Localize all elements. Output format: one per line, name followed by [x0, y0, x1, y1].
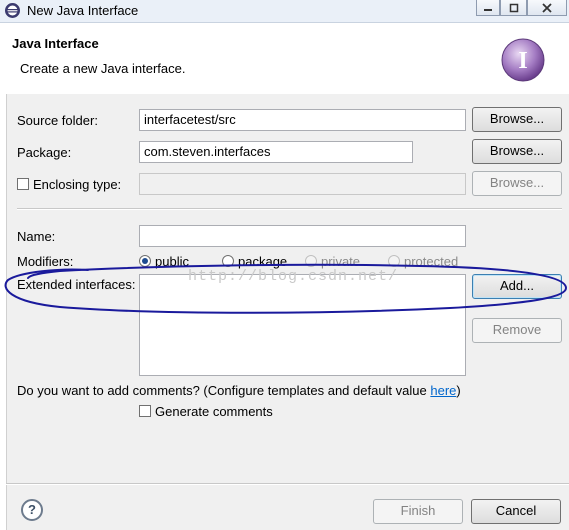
enclosing-type-browse-button[interactable]: Browse...: [472, 171, 562, 196]
maximize-icon: [509, 3, 518, 12]
generate-comments-label: Generate comments: [155, 404, 273, 419]
enclosing-type-checkbox[interactable]: [17, 178, 29, 190]
package-input[interactable]: com.steven.interfaces: [139, 141, 413, 163]
generate-comments-checkbox[interactable]: [139, 405, 151, 417]
java-interface-icon: I: [501, 38, 545, 82]
help-icon[interactable]: ?: [21, 499, 43, 521]
banner-description: Create a new Java interface.: [20, 61, 186, 76]
finish-button[interactable]: Finish: [373, 499, 463, 524]
close-icon: [542, 2, 552, 13]
enclosing-type-label: Enclosing type:: [33, 177, 122, 192]
eclipse-icon: [5, 3, 20, 18]
comments-question-text: Do you want to add comments? (Configure …: [17, 383, 431, 398]
banner-heading: Java Interface: [12, 36, 99, 51]
configure-templates-link[interactable]: here: [430, 383, 456, 398]
svg-text:I: I: [518, 48, 527, 74]
name-label: Name:: [17, 229, 56, 244]
comments-question-close: ): [456, 383, 461, 398]
title-bar: New Java Interface: [0, 0, 569, 23]
cancel-button[interactable]: Cancel: [471, 499, 561, 524]
source-folder-input[interactable]: interfacetest/src: [139, 109, 466, 131]
window-title: New Java Interface: [27, 3, 139, 18]
annotation-ellipse: [4, 263, 568, 314]
source-folder-label: Source folder:: [17, 113, 98, 128]
maximize-button[interactable]: [500, 0, 527, 16]
dialog-banner: Java Interface Create a new Java interfa…: [0, 23, 569, 94]
package-browse-button[interactable]: Browse...: [472, 139, 562, 164]
minimize-button[interactable]: [476, 0, 500, 16]
enclosing-type-input[interactable]: [139, 173, 466, 195]
source-folder-browse-button[interactable]: Browse...: [472, 107, 562, 132]
remove-interface-button[interactable]: Remove: [472, 318, 562, 343]
close-button[interactable]: [527, 0, 567, 16]
package-label: Package:: [17, 145, 72, 160]
form-separator: [17, 208, 562, 210]
minimize-icon: [484, 8, 492, 11]
footer-separator: [6, 483, 569, 485]
name-input[interactable]: [139, 225, 466, 247]
comments-question: Do you want to add comments? (Configure …: [17, 383, 461, 398]
